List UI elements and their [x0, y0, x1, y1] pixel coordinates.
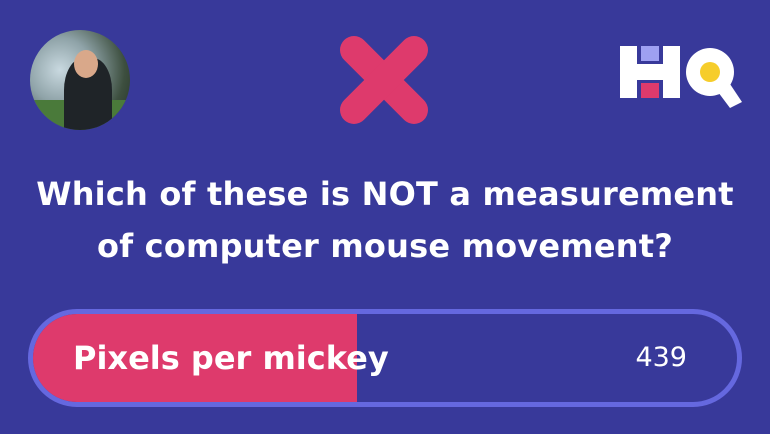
question-line-2: of computer mouse movement? — [97, 227, 673, 265]
question-text: Which of these is NOT a measurement of c… — [0, 168, 770, 272]
hq-logo — [620, 46, 742, 108]
avatar-head — [74, 50, 98, 78]
answer-option[interactable]: Pixels per mickey 439 — [28, 309, 742, 407]
wrong-x-icon — [340, 36, 428, 124]
answer-label: Pixels per mickey — [73, 339, 389, 377]
player-avatar — [30, 30, 130, 130]
answer-vote-count: 439 — [635, 342, 687, 373]
question-line-1: Which of these is NOT a measurement — [36, 175, 734, 213]
